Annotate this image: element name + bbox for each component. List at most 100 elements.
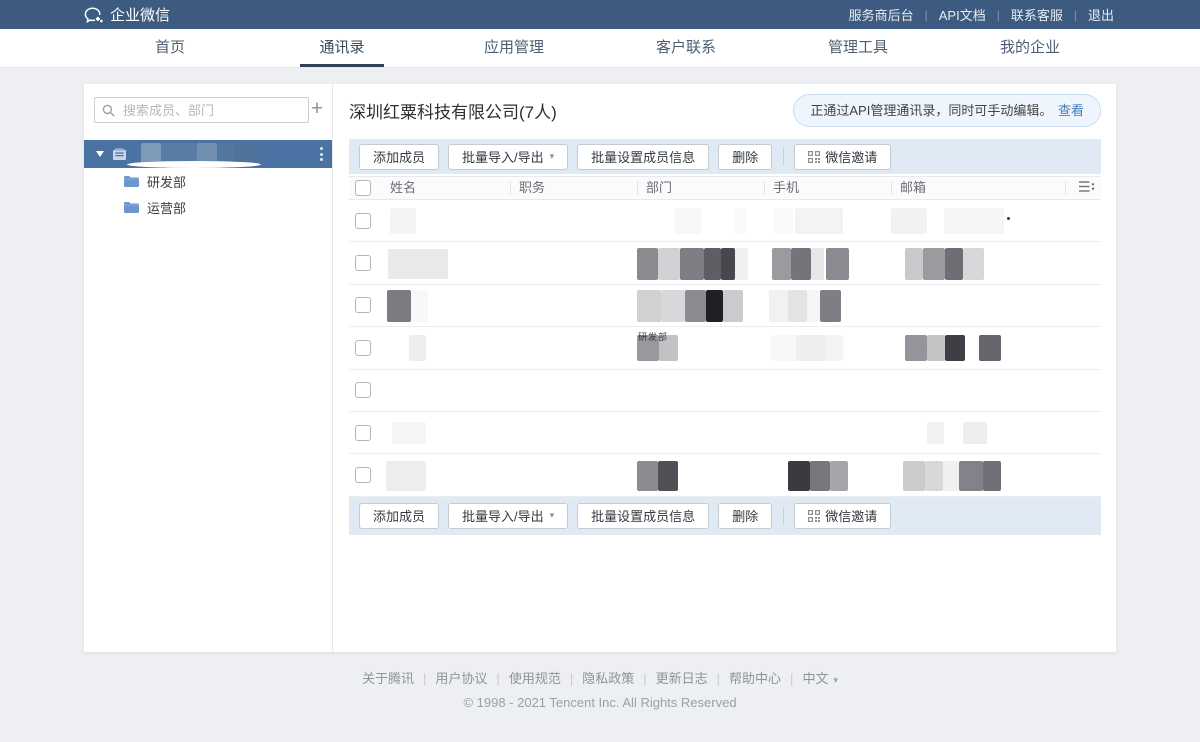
search-icon [102,104,115,117]
button-label: 删除 [732,506,758,525]
redaction-block [927,335,945,361]
more-menu-icon[interactable] [320,147,323,164]
dropdown-caret-icon: ▾ [550,151,555,162]
topbar-link-logout[interactable]: 退出 [1086,5,1116,24]
search-box[interactable] [94,97,309,123]
column-header-email: 邮箱 [891,181,1065,195]
cell-email [891,200,1065,241]
topbar-separator: | [1074,8,1077,22]
button-label: 批量导入/导出 [462,147,544,166]
redaction-block [923,248,945,280]
cell-title [510,412,637,453]
button-label: 添加成员 [373,147,425,166]
department-tree: 研发部运营部 [84,140,332,220]
tab-customer-relations[interactable]: 客户联系 [600,29,772,67]
tab-home[interactable]: 首页 [84,29,256,67]
row-checkbox[interactable] [355,382,371,398]
language-caret-icon: ▾ [833,675,838,685]
column-settings-icon[interactable] [1079,180,1095,196]
tab-app-management[interactable]: 应用管理 [428,29,600,67]
toolbar-button-add-member[interactable]: 添加成员 [359,503,439,529]
cell-dept [637,370,764,411]
toolbar-button-wechat-invite[interactable]: 微信邀请 [794,503,891,529]
table-row [349,454,1101,496]
redaction-block [826,335,843,361]
toolbar-button-batch-set-info[interactable]: 批量设置成员信息 [577,144,709,170]
redaction-block [387,290,411,322]
table-row [349,285,1101,327]
redaction-block [905,335,927,361]
redaction-block [706,290,723,322]
redaction-block [903,461,925,491]
redaction-block [945,335,965,361]
tab-my-company[interactable]: 我的企业 [944,29,1116,67]
topbar-link-provider-console[interactable]: 服务商后台 [847,5,916,24]
toolbar-button-import-export[interactable]: 批量导入/导出 ▾ [448,144,568,170]
row-checkbox[interactable] [355,213,371,229]
topbar-link-contact-support[interactable]: 联系客服 [1009,5,1065,24]
column-header-name: 姓名 [382,181,510,195]
tree-root-company[interactable] [84,140,332,168]
toolbar-button-delete[interactable]: 删除 [718,144,772,170]
department-label: 运营部 [147,198,186,217]
select-all-checkbox[interactable] [355,180,371,196]
footer-link-help-center[interactable]: 帮助中心 [729,671,781,686]
redaction-block [771,335,796,361]
toolbar-button-wechat-invite[interactable]: 微信邀请 [794,144,891,170]
footer-separator: | [643,671,646,686]
table-header: 姓名职务部门手机邮箱 [349,176,1101,200]
blur-dot [1007,217,1010,220]
table-row [349,412,1101,454]
row-checkbox[interactable] [355,297,371,313]
toolbar-button-delete[interactable]: 删除 [718,503,772,529]
tab-contacts[interactable]: 通讯录 [256,29,428,67]
search-input[interactable] [121,102,301,119]
sidebar-item-rd-dept[interactable]: 研发部 [84,168,332,194]
header-checkbox-cell [349,180,382,196]
cell-phone [764,370,891,411]
redaction-block [830,461,848,491]
footer-link-changelog[interactable]: 更新日志 [656,671,708,686]
redaction-block [685,290,706,322]
footer-link-about-tencent[interactable]: 关于腾讯 [362,671,414,686]
add-department-button[interactable]: + [309,97,325,123]
cell-email [891,454,1065,495]
collapse-caret-icon[interactable] [96,151,104,157]
footer-link-terms[interactable]: 用户协议 [435,671,487,686]
redaction-block [658,248,680,280]
button-label: 批量设置成员信息 [591,147,695,166]
toolbar-button-batch-set-info[interactable]: 批量设置成员信息 [577,503,709,529]
redaction-block [411,290,428,322]
row-checkbox[interactable] [355,340,371,356]
topbar-link-api-docs[interactable]: API文档 [937,5,988,24]
department-label: 研发部 [147,172,186,191]
sidebar-item-ops-dept[interactable]: 运营部 [84,194,332,220]
button-label: 批量设置成员信息 [591,506,695,525]
cell-title [510,242,637,283]
brand[interactable]: 企业微信 [84,4,170,25]
cell-phone [764,285,891,326]
row-checkbox-cell [349,327,382,368]
footer-link-privacy[interactable]: 隐私政策 [582,671,634,686]
redaction-block [723,290,743,322]
toolbar-button-add-member[interactable]: 添加成员 [359,144,439,170]
language-selector[interactable]: 中文▾ [802,671,838,686]
redaction-block [905,248,923,280]
table-body: 研发部 [349,200,1101,497]
row-checkbox[interactable] [355,467,371,483]
topbar-links: 服务商后台|API文档|联系客服|退出 [847,5,1116,24]
nav-tabs: 首页通讯录应用管理客户联系管理工具我的企业 [84,29,1116,67]
redaction-block [959,461,983,491]
cell-email [891,412,1065,453]
row-checkbox[interactable] [355,255,371,271]
toolbar-button-import-export[interactable]: 批量导入/导出▾ [448,503,568,529]
row-checkbox[interactable] [355,425,371,441]
footer-separator: | [717,671,720,686]
banner-view-link[interactable]: 查看 [1058,103,1084,118]
tab-admin-tools[interactable]: 管理工具 [772,29,944,67]
footer-link-usage-rules[interactable]: 使用规范 [509,671,561,686]
redaction-block [826,248,849,280]
search-row: + [84,97,332,123]
cell-title [510,200,637,241]
redaction-block [811,248,824,280]
